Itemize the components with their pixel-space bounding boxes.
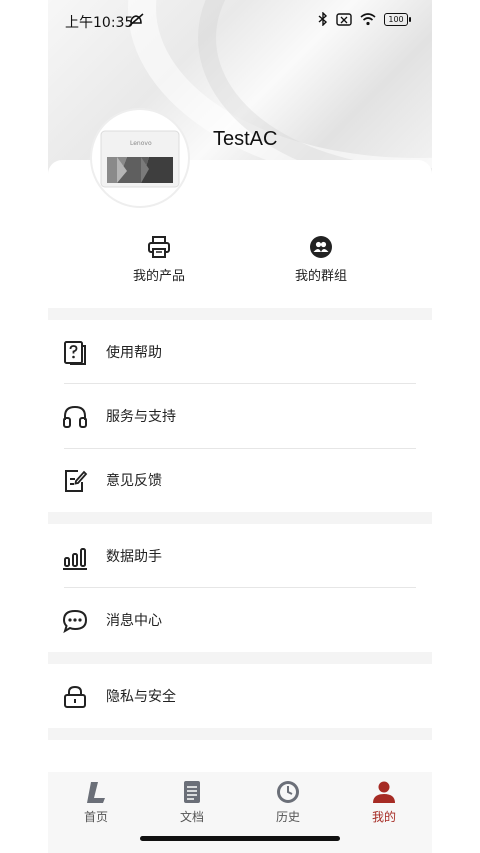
printer-avatar-image: Lenovo — [100, 130, 180, 188]
menu-section-privacy: 隐私与安全 — [48, 664, 432, 728]
menu-section-data: 数据助手 消息中心 — [48, 524, 432, 652]
my-products-button[interactable]: 我的产品 — [99, 235, 219, 284]
menu-label-service-support: 服务与支持 — [106, 409, 176, 425]
tab-label-home: 首页 — [83, 810, 108, 824]
lock-icon — [64, 685, 86, 708]
tab-home[interactable]: 首页 — [48, 780, 144, 825]
menu-label-privacy-security: 隐私与安全 — [106, 689, 176, 705]
tab-documents[interactable]: 文档 — [144, 780, 240, 825]
tab-history[interactable]: 历史 — [240, 780, 336, 825]
svg-text:Lenovo: Lenovo — [130, 140, 152, 147]
username: TestAC — [213, 128, 278, 150]
feedback-edit-icon — [65, 470, 88, 492]
menu-item-message-center[interactable]: 消息中心 — [48, 588, 432, 652]
menu-item-service-support[interactable]: 服务与支持 — [48, 384, 432, 448]
tab-label-mine: 我的 — [371, 810, 396, 824]
home-logo-icon — [87, 782, 105, 803]
mute-icon — [128, 13, 144, 27]
tab-label-documents: 文档 — [179, 810, 204, 824]
tab-mine[interactable]: 我的 — [336, 780, 432, 825]
printer-icon — [148, 236, 170, 258]
app-screen: 上午10:35 100 Lenovo TestAC 我的产品 我的群组 使用帮助… — [48, 0, 432, 853]
message-icon — [62, 609, 88, 634]
menu-item-privacy-security[interactable]: 隐私与安全 — [48, 664, 432, 728]
help-document-icon — [64, 341, 86, 365]
tab-label-history: 历史 — [275, 810, 300, 824]
sim-icon — [336, 12, 352, 26]
wifi-icon — [360, 12, 376, 25]
bar-chart-icon — [63, 548, 87, 570]
menu-section-help: 使用帮助 服务与支持 意见反馈 — [48, 320, 432, 512]
battery-icon: 100 — [384, 12, 411, 26]
headset-icon — [63, 405, 87, 428]
group-icon — [310, 236, 332, 258]
menu-item-data-assistant[interactable]: 数据助手 — [48, 524, 432, 588]
user-icon — [373, 781, 395, 803]
home-indicator[interactable] — [140, 836, 340, 841]
menu-label-feedback: 意见反馈 — [106, 473, 162, 489]
avatar[interactable]: Lenovo — [90, 108, 190, 208]
bluetooth-icon — [318, 12, 328, 26]
status-time: 上午10:35 — [65, 15, 134, 31]
quick-actions: 我的产品 我的群组 — [48, 235, 432, 295]
document-icon — [184, 781, 200, 803]
menu-label-data-assistant: 数据助手 — [106, 549, 162, 565]
menu-label-message-center: 消息中心 — [106, 613, 162, 629]
my-products-label: 我的产品 — [132, 269, 185, 284]
my-groups-label: 我的群组 — [294, 269, 347, 284]
menu-label-help: 使用帮助 — [106, 345, 162, 361]
my-groups-button[interactable]: 我的群组 — [261, 235, 381, 284]
status-bar: 上午10:35 100 — [48, 0, 432, 40]
menu-item-help[interactable]: 使用帮助 — [48, 320, 432, 384]
menu-item-feedback[interactable]: 意见反馈 — [48, 448, 432, 512]
clock-icon — [277, 781, 299, 803]
